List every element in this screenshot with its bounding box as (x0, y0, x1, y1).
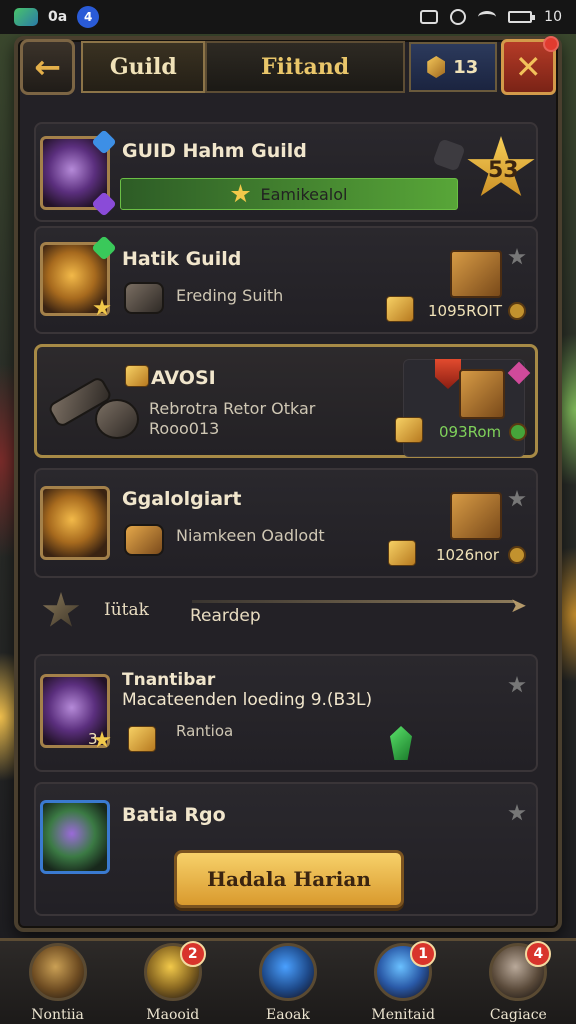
emblem-icon (42, 592, 80, 627)
guild-progress-bar: Eamikealol (120, 178, 458, 210)
status-bar: 0a 4 10 (0, 0, 576, 34)
bottom-nav: Nontiia 2 Maooid Eaoak 1 Menitaid 4 Cagi… (0, 938, 576, 1024)
chest-icon (450, 492, 502, 540)
guild-title: AVOSI (151, 367, 216, 389)
star-icon (93, 299, 111, 316)
reward-value: 093Rom (439, 423, 502, 441)
reward-value: 1026nor (436, 546, 500, 564)
guild-portrait (40, 129, 117, 217)
nav-badge: 2 (179, 941, 206, 967)
chest-icon (450, 250, 502, 298)
back-button[interactable]: ← (20, 39, 76, 95)
tab-guild[interactable]: Guild (81, 41, 206, 93)
nav-badge: 1 (410, 941, 437, 967)
coin-icon (128, 726, 156, 752)
guild-card-1[interactable]: GUID Hahm Guild Eamikealol 53 (34, 122, 538, 222)
primary-action-button[interactable]: Hadala Harian (174, 850, 404, 908)
green-gem-icon (91, 235, 117, 261)
scroll-icon (124, 524, 164, 556)
nav-label: Cagiace (489, 1007, 547, 1023)
header: ← Guild Fiitand 13 ✕ (20, 36, 560, 98)
reward-value: 1095ROIT (428, 302, 502, 320)
coin-icon (386, 296, 414, 322)
gold-chest-icon (459, 369, 505, 419)
nav-label: Menitaid (371, 1007, 435, 1023)
guild-title: Ggalolgiart (122, 488, 242, 510)
guild-portrait (40, 674, 111, 748)
battery-icon (508, 11, 536, 23)
coin-tag-icon (508, 546, 526, 564)
guild-title: GUID Hahm Guild (122, 140, 307, 162)
close-button[interactable]: ✕ (500, 36, 560, 95)
guild-line-2: Rooo013 (149, 419, 220, 438)
star-icon (230, 184, 251, 203)
guild-title: Tnantibar (122, 670, 216, 690)
guild-title: Batia Rgo (122, 804, 226, 826)
progress-text: Eamikealol (260, 184, 348, 204)
guild-card-4[interactable]: Ggalolgiart Niamkeen Oadlodt 1026nor (34, 468, 538, 578)
guild-line-1: Rebrotra Retor Otkar (149, 399, 316, 418)
nav-label: Nontiia (31, 1007, 84, 1023)
coin-tag-icon (508, 302, 526, 320)
status-time: 10 (544, 9, 562, 25)
gold-gem-icon (427, 56, 446, 78)
coin-icon (395, 417, 423, 443)
guild-card-2[interactable]: Hatik Guild Ereding Suith 1095ROIT (34, 226, 538, 334)
guild-subtitle: Ereding Suith (176, 286, 284, 305)
shield-icon (258, 943, 317, 1001)
alert-dot (543, 36, 560, 52)
item-label: Rantioa (176, 722, 234, 740)
favorite-star-icon[interactable] (508, 676, 526, 693)
guild-card-5[interactable]: 3 Tnantibar Macateenden loeding 9.(B3L) … (34, 654, 538, 772)
guild-portrait (40, 235, 117, 316)
nav-item-4[interactable]: 1 Menitaid (348, 941, 458, 1024)
section-divider: Iütak Reardep ➤ (34, 588, 534, 632)
nav-badge: 4 (525, 941, 552, 967)
app-icon (14, 8, 38, 26)
divider-search-text[interactable]: Reardep (190, 606, 261, 626)
green-tag-icon (509, 423, 527, 441)
arrow-left-icon: ← (34, 48, 62, 86)
nav-item-5[interactable]: 4 Cagiace (463, 941, 573, 1024)
coin-icon (125, 365, 149, 387)
tower-icon (28, 943, 87, 1001)
rank-value: 53 (488, 158, 519, 183)
divider-label: Iütak (104, 600, 149, 620)
blue-gem-icon (91, 129, 117, 155)
guild-subtitle: Macateenden loeding 9.(B3L) (122, 690, 373, 710)
lock-icon (432, 138, 466, 172)
currency-display[interactable]: 13 (408, 42, 497, 92)
favorite-star-icon[interactable] (508, 248, 526, 265)
guild-card-3[interactable]: AVOSI Rebrotra Retor Otkar Rooo013 093Ro… (34, 344, 538, 458)
divider-line (192, 600, 514, 603)
scroll-icon (124, 282, 164, 314)
coin-icon (388, 540, 416, 566)
dnd-icon (450, 9, 467, 25)
nav-item-2[interactable]: 2 Maooid (118, 941, 228, 1024)
purple-gem-icon (91, 191, 117, 217)
tab-friend[interactable]: Fiitand (205, 41, 405, 93)
guild-portrait (40, 486, 110, 560)
favorite-star-icon[interactable] (508, 804, 526, 821)
nav-label: Eaoak (266, 1007, 310, 1023)
nav-label: Maooid (146, 1007, 200, 1023)
notification-badge: 4 (77, 6, 100, 28)
guild-subtitle: Niamkeen Oadlodt (176, 526, 325, 545)
nav-item-1[interactable]: Nontiia (3, 941, 113, 1024)
portrait-badge-value: 3 (88, 730, 98, 748)
favorite-star-icon[interactable] (508, 490, 526, 507)
guild-title: Hatik Guild (122, 248, 242, 270)
close-icon: ✕ (514, 48, 542, 86)
orb-icon (95, 399, 139, 439)
currency-value: 13 (453, 56, 479, 78)
guild-portrait (40, 800, 110, 874)
wifi-icon (478, 11, 497, 23)
arrow-right-icon[interactable]: ➤ (510, 593, 527, 617)
nav-item-3[interactable]: Eaoak (233, 941, 343, 1024)
green-gem-icon (390, 726, 412, 760)
signal-icon (420, 10, 439, 24)
status-left-text: 0a (48, 9, 68, 25)
